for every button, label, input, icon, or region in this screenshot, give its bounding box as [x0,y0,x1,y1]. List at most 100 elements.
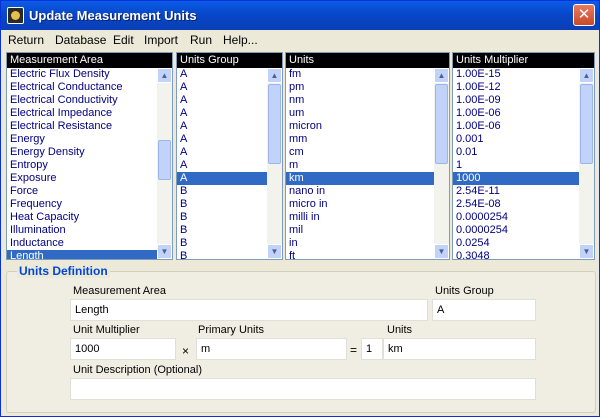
units-group-list[interactable]: Units Group AAAAAAAAABBBBBB ▲ ▼ [176,52,283,260]
scroll-up-icon[interactable]: ▲ [267,68,282,83]
measurement-area-rows[interactable]: Electric Flux Density Electrical Conducta… [7,68,157,259]
list-item[interactable]: pm [286,81,434,94]
list-item[interactable]: A [177,120,267,133]
units-group-rows[interactable]: AAAAAAAAABBBBBB [177,68,267,259]
units-multiplier-scrollbar[interactable]: ▲ ▼ [579,68,594,259]
menu-import[interactable]: Import [144,33,178,47]
close-button[interactable]: ✕ [573,4,595,26]
scroll-down-icon[interactable]: ▼ [267,244,282,259]
list-item[interactable]: 1.00E-09 [453,94,579,107]
list-item[interactable]: A [177,107,267,120]
list-item[interactable]: B [177,211,267,224]
list-item[interactable]: Electric Flux Density [7,68,157,81]
list-item[interactable]: B [177,250,267,259]
list-item[interactable]: 2.54E-08 [453,198,579,211]
list-item[interactable]: m [286,159,434,172]
scroll-down-icon[interactable]: ▼ [434,244,449,259]
scroll-thumb[interactable] [580,84,593,164]
units-group-field[interactable]: A [432,299,536,321]
list-item[interactable]: Frequency [7,198,157,211]
list-item[interactable]: milli in [286,211,434,224]
scroll-thumb[interactable] [158,140,171,180]
menu-return[interactable]: Return [8,33,44,47]
list-item[interactable]: Energy Density [7,146,157,159]
list-item[interactable]: Electrical Resistance [7,120,157,133]
list-item[interactable]: micro in [286,198,434,211]
menu-bar: Return Database Edit Import Run Help... [1,30,599,50]
list-item[interactable]: cm [286,146,434,159]
list-item[interactable]: 0.001 [453,133,579,146]
scroll-down-icon[interactable]: ▼ [579,244,594,259]
list-item[interactable]: Electrical Impedance [7,107,157,120]
list-item[interactable]: mil [286,224,434,237]
list-item[interactable]: micron [286,120,434,133]
list-item[interactable]: 0.3048 [453,250,579,259]
list-item[interactable]: 0.01 [453,146,579,159]
list-item[interactable]: um [286,107,434,120]
primary-units-field[interactable]: m [196,338,347,360]
menu-help[interactable]: Help... [223,33,258,47]
list-item[interactable]: Length [7,250,157,259]
units-rows[interactable]: fm pm nm um micron mm cm m km nano in micro in mill… [286,68,434,259]
list-item[interactable]: Electrical Conductivity [7,94,157,107]
units-group-scrollbar[interactable]: ▲ ▼ [267,68,282,259]
list-item[interactable]: km [286,172,434,185]
list-item[interactable]: 2.54E-11 [453,185,579,198]
list-item[interactable]: 1.00E-12 [453,81,579,94]
list-item[interactable]: Inductance [7,237,157,250]
list-item[interactable]: Exposure [7,172,157,185]
scroll-down-icon[interactable]: ▼ [157,244,172,259]
list-item[interactable]: B [177,224,267,237]
list-item[interactable]: A [177,94,267,107]
list-item[interactable]: 0.0000254 [453,224,579,237]
list-item[interactable]: B [177,198,267,211]
units-multiplier-rows[interactable]: 1.00E-15 1.00E-12 1.00E-09 1.00E-06 1.00E-06… [453,68,579,259]
list-item[interactable]: Electrical Conductance [7,81,157,94]
scroll-thumb[interactable] [435,84,448,164]
list-item[interactable]: nm [286,94,434,107]
list-item[interactable]: nano in [286,185,434,198]
menu-edit[interactable]: Edit [113,33,134,47]
list-item[interactable]: A [177,159,267,172]
list-item[interactable]: Illumination [7,224,157,237]
list-item[interactable]: B [177,185,267,198]
list-item[interactable]: 1 [453,159,579,172]
list-item[interactable]: A [177,133,267,146]
unit-multiplier-field[interactable]: 1000 [70,338,176,360]
scroll-up-icon[interactable]: ▲ [434,68,449,83]
units-scrollbar[interactable]: ▲ ▼ [434,68,449,259]
list-item[interactable]: mm [286,133,434,146]
list-item[interactable]: 0.0254 [453,237,579,250]
unit-description-field[interactable] [70,378,536,400]
menu-run[interactable]: Run [190,33,212,47]
list-item[interactable]: 1.00E-06 [453,107,579,120]
list-item[interactable]: 1000 [453,172,579,185]
list-item[interactable]: A [177,146,267,159]
list-item[interactable]: 0.0000254 [453,211,579,224]
list-item[interactable]: A [177,68,267,81]
list-item[interactable]: ft [286,250,434,259]
title-bar[interactable]: Update Measurement Units ✕ [1,1,599,30]
scroll-up-icon[interactable]: ▲ [579,68,594,83]
measurement-area-field[interactable]: Length [70,299,428,321]
measurement-area-scrollbar[interactable]: ▲ ▼ [157,68,172,259]
list-item[interactable]: Energy [7,133,157,146]
list-item[interactable]: Heat Capacity [7,211,157,224]
scroll-thumb[interactable] [268,84,281,164]
measurement-area-list[interactable]: Measurement Area Electric Flux Density El… [6,52,173,260]
menu-database[interactable]: Database [55,33,106,47]
list-item[interactable]: in [286,237,434,250]
list-item[interactable]: 1.00E-15 [453,68,579,81]
list-item[interactable]: B [177,237,267,250]
units-field[interactable]: km [383,338,536,360]
list-item[interactable]: A [177,172,267,185]
list-item[interactable]: 1.00E-06 [453,120,579,133]
list-item[interactable]: A [177,81,267,94]
scroll-up-icon[interactable]: ▲ [157,68,172,83]
units-multiplier-list[interactable]: Units Multiplier 1.00E-15 1.00E-12 1.00E-0… [452,52,595,260]
units-list[interactable]: Units fm pm nm um micron mm cm m km nano in micro … [285,52,450,260]
app-icon [7,7,24,24]
list-item[interactable]: fm [286,68,434,81]
list-item[interactable]: Entropy [7,159,157,172]
list-item[interactable]: Force [7,185,157,198]
